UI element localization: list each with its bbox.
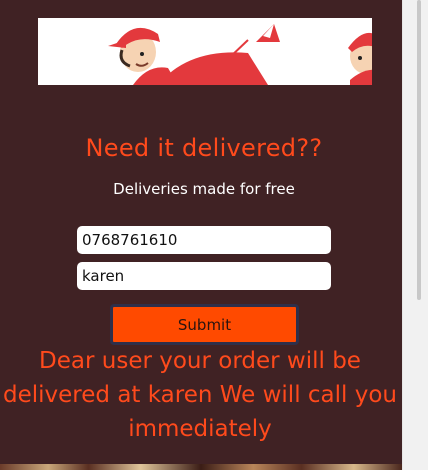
submit-button[interactable]: Submit <box>110 304 299 345</box>
footer-image-strip <box>0 464 402 470</box>
scrollbar-thumb[interactable] <box>417 0 421 300</box>
delivery-panel: Need it delivered?? Deliveries made for … <box>0 0 402 464</box>
delivery-courier-illustration <box>38 18 372 85</box>
page-title: Need it delivered?? <box>85 134 323 162</box>
phone-field[interactable] <box>77 226 331 254</box>
page: Need it delivered?? Deliveries made for … <box>0 0 428 470</box>
page-scrollbar[interactable] <box>402 0 428 470</box>
delivery-banner-image <box>38 18 372 85</box>
location-field[interactable] <box>77 262 331 290</box>
order-confirmation-message: Dear user your order will be delivered a… <box>3 348 397 442</box>
page-subtitle: Deliveries made for free <box>113 180 295 198</box>
